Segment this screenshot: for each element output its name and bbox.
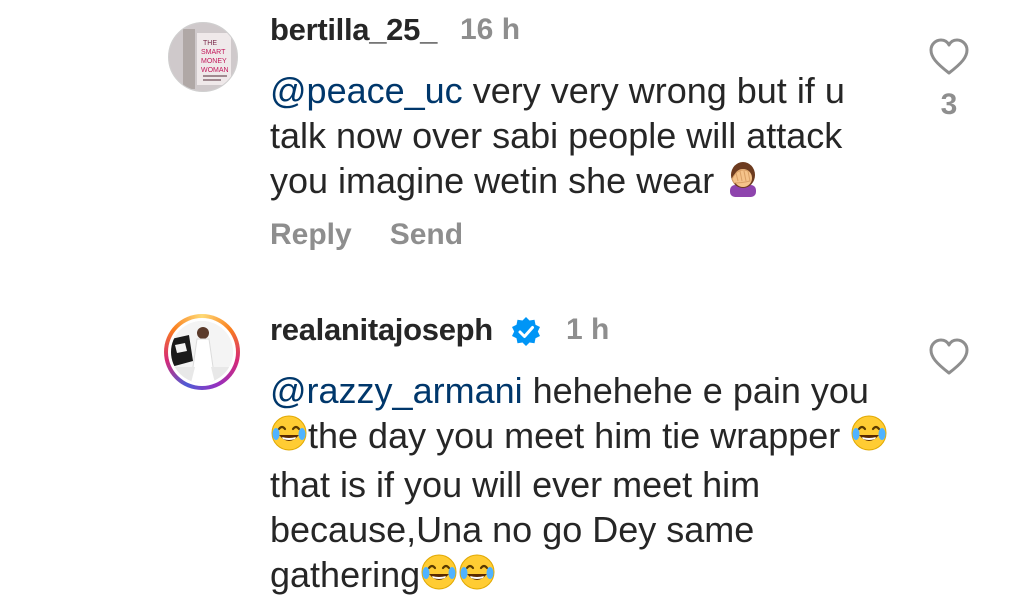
heart-icon[interactable] xyxy=(928,38,970,76)
reply-button[interactable]: Reply xyxy=(270,218,352,251)
heart-icon[interactable] xyxy=(928,338,970,376)
svg-text:THE: THE xyxy=(203,40,217,47)
avatar-story-ring[interactable] xyxy=(164,314,240,390)
avatar[interactable]: THE SMART MONEY WOMAN xyxy=(168,22,238,92)
comment-text: @peace_uc very very wrong but if u talk … xyxy=(270,68,910,207)
tears-of-joy-emoji-icon xyxy=(420,553,458,601)
comment-body-part: that is if you will ever meet him becaus… xyxy=(270,464,761,595)
comment-timestamp: 1 h xyxy=(566,313,610,346)
comment-body-part: the day you meet him tie wrapper xyxy=(308,415,851,456)
mention-link[interactable]: @peace_uc xyxy=(270,70,463,111)
avatar xyxy=(171,321,233,383)
svg-text:WOMAN: WOMAN xyxy=(201,67,229,74)
comment-item: THE SMART MONEY WOMAN bertilla_25_ 16 h … xyxy=(0,0,1024,290)
comment-item: realanitajoseph 1 h @razzy_armani hehehe… xyxy=(0,290,1024,598)
comment-body-part: hehehehe e pain you xyxy=(522,370,869,411)
svg-text:MONEY: MONEY xyxy=(201,58,227,65)
mention-link[interactable]: @razzy_armani xyxy=(270,370,523,411)
avatar-ring-gap xyxy=(168,318,236,386)
tears-of-joy-emoji-icon xyxy=(270,414,308,462)
like-count: 3 xyxy=(940,88,958,121)
comment-text: @razzy_armani hehehehe e pain you the da… xyxy=(270,368,910,601)
send-button[interactable]: Send xyxy=(390,218,463,251)
person-avatar-image xyxy=(171,321,233,383)
comment-username[interactable]: bertilla_25_ xyxy=(270,12,437,48)
svg-text:SMART: SMART xyxy=(201,49,226,56)
comment-timestamp: 16 h xyxy=(460,13,521,46)
tears-of-joy-emoji-icon xyxy=(458,553,496,601)
comment-username[interactable]: realanitajoseph xyxy=(270,312,493,348)
book-cover-avatar-image: THE SMART MONEY WOMAN xyxy=(169,23,237,91)
comment-actions: Reply Send xyxy=(270,218,501,252)
tears-of-joy-emoji-icon xyxy=(850,414,888,462)
facepalm-emoji-icon xyxy=(724,159,762,207)
verified-badge-icon xyxy=(512,317,540,346)
